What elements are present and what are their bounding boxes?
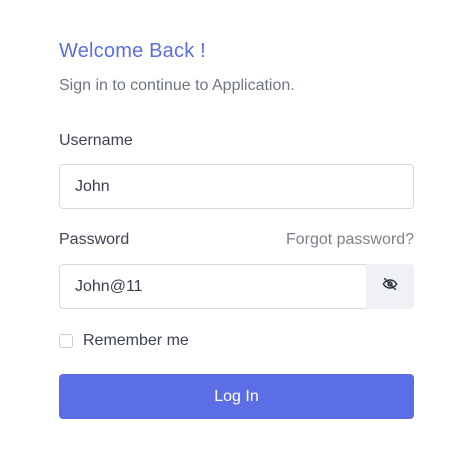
page-subtitle: Sign in to continue to Application. — [59, 77, 295, 94]
password-visibility-toggle[interactable] — [366, 264, 414, 309]
eye-off-icon — [382, 276, 398, 297]
remember-me-row: Remember me — [59, 332, 189, 350]
remember-me-label: Remember me — [83, 332, 189, 349]
username-label: Username — [59, 132, 133, 149]
login-button[interactable]: Log In — [59, 374, 414, 419]
login-card: Welcome Back ! Sign in to continue to Ap… — [0, 0, 475, 465]
password-input[interactable] — [59, 264, 367, 309]
username-input[interactable] — [59, 164, 414, 209]
password-label: Password — [59, 231, 130, 248]
forgot-password-link[interactable]: Forgot password? — [286, 231, 414, 249]
remember-me-checkbox[interactable] — [59, 334, 73, 348]
page-title: Welcome Back ! — [59, 40, 206, 62]
